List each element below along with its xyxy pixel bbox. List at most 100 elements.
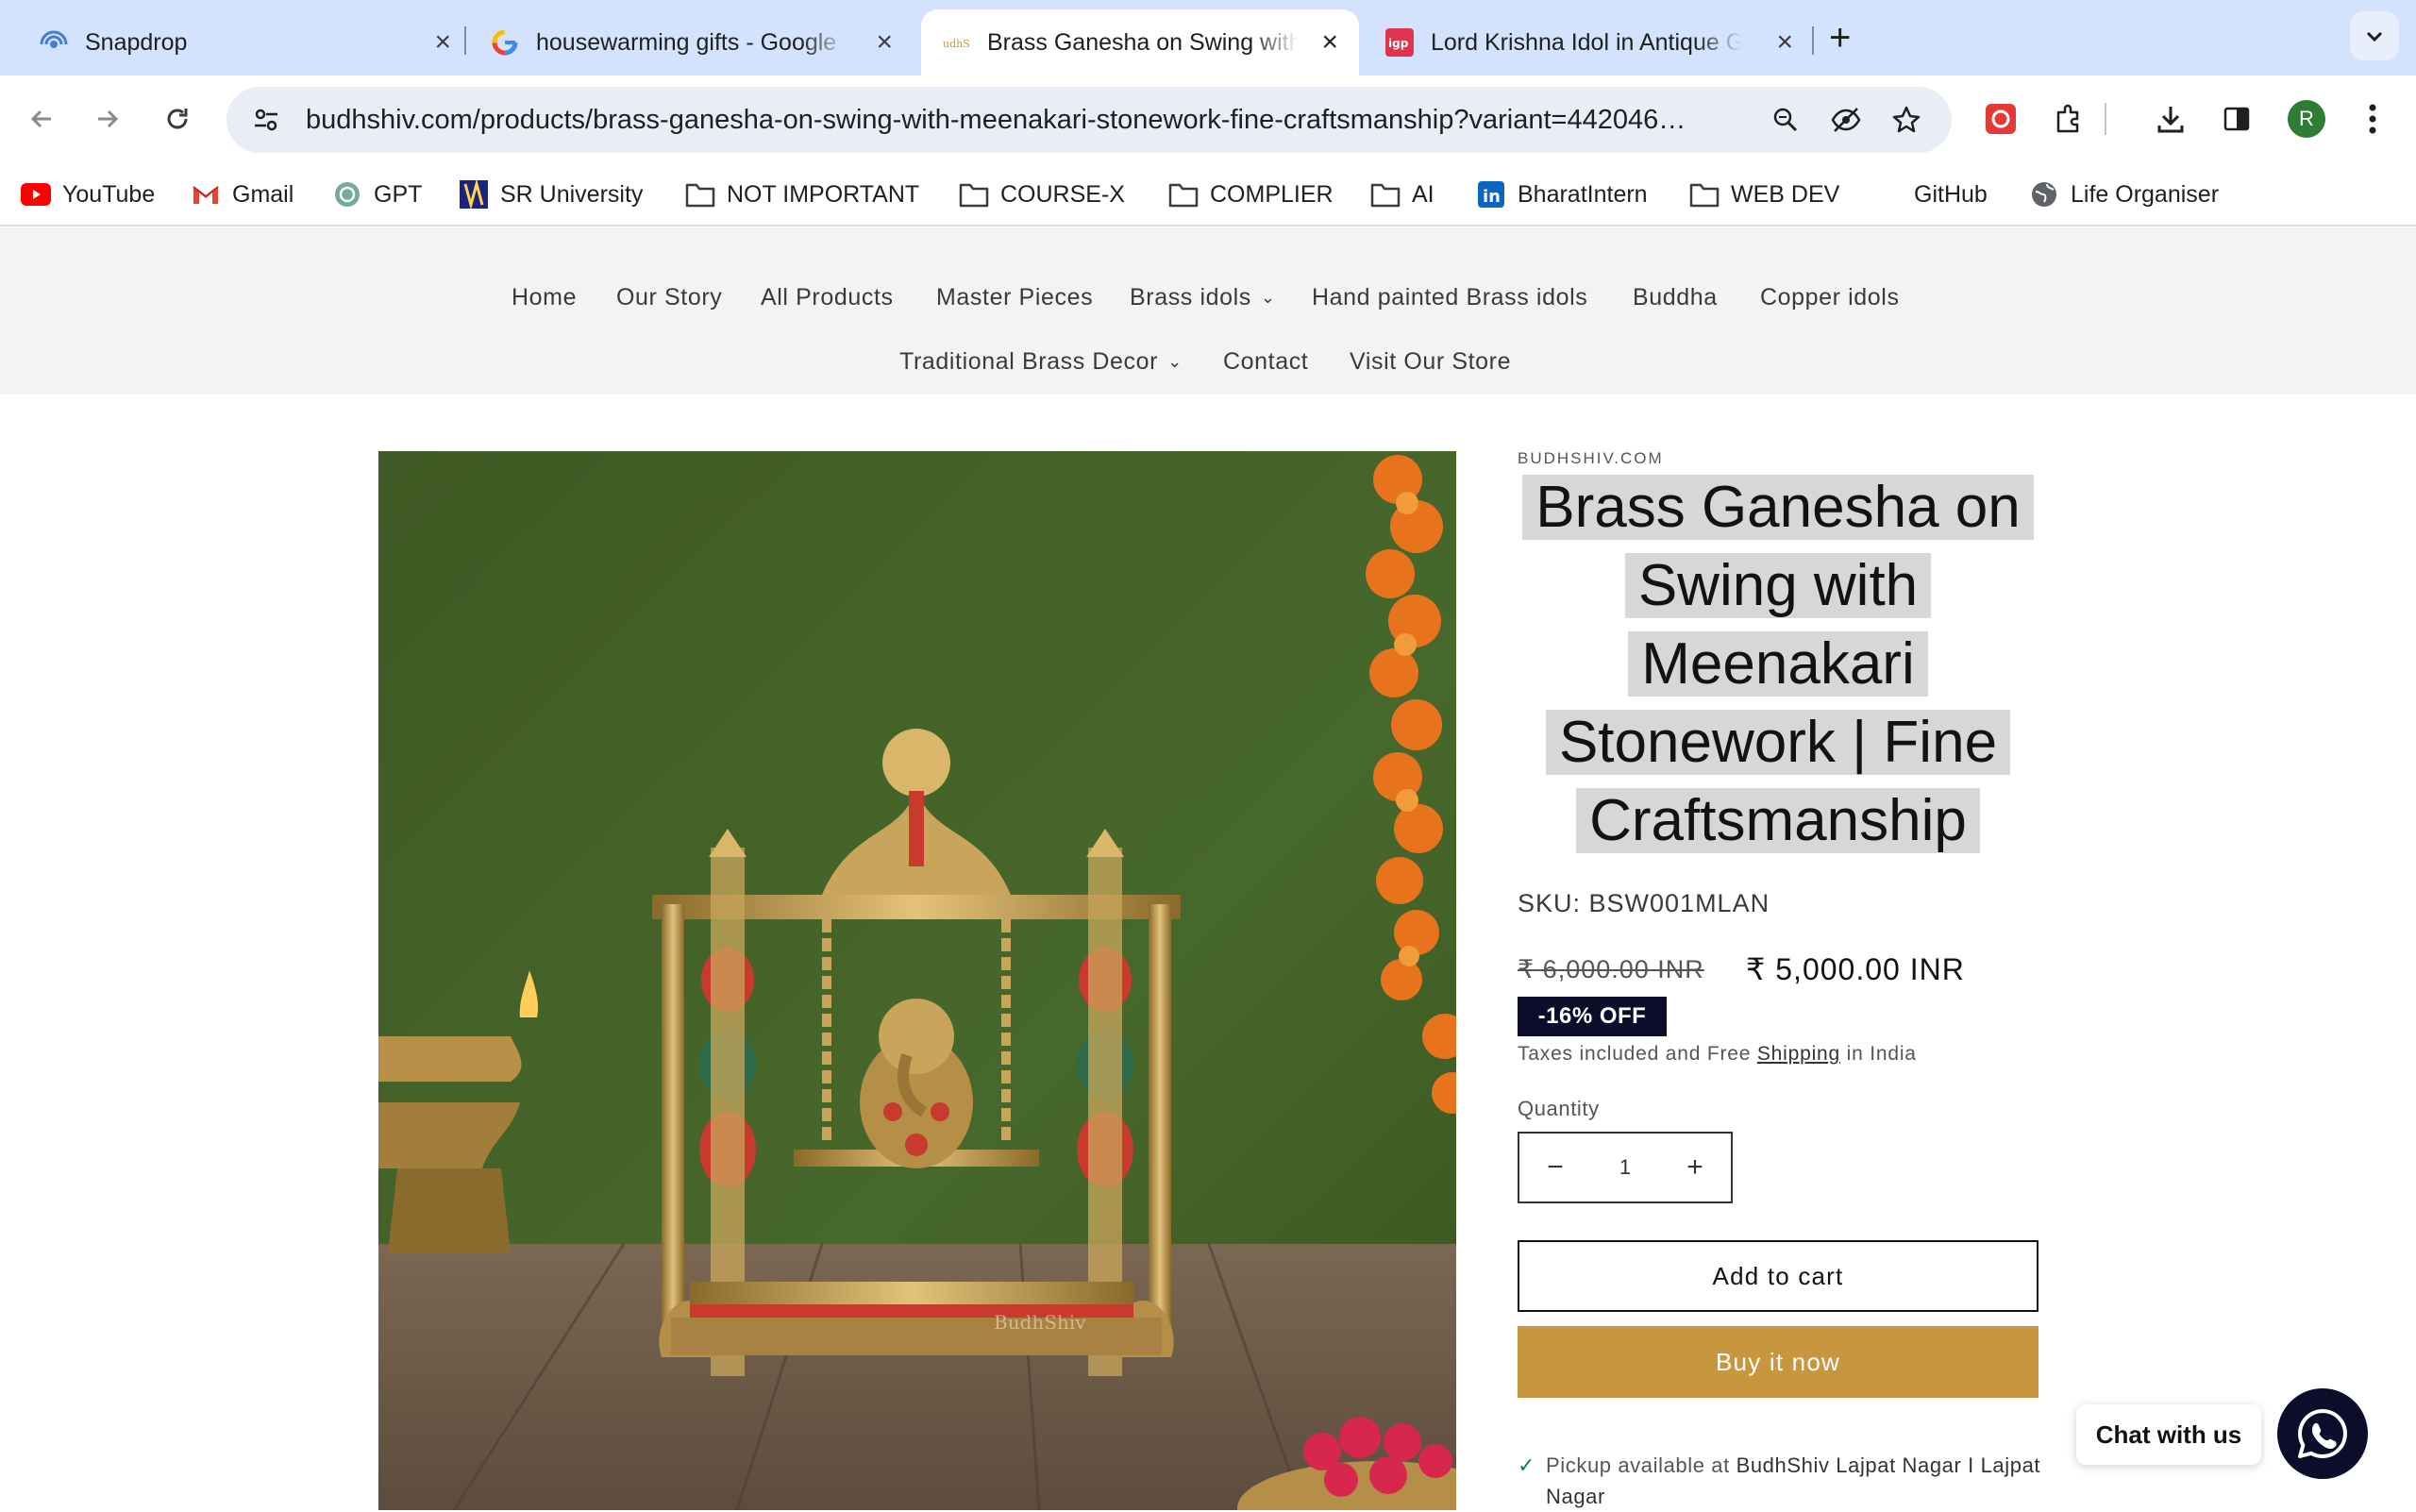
tab-snapdrop[interactable]: Snapdrop × bbox=[19, 9, 472, 76]
bookmark-label: COMPLIER bbox=[1210, 180, 1334, 208]
product-title: Brass Ganesha on Swing with Meenakari St… bbox=[1518, 468, 2038, 860]
svg-text:igp: igp bbox=[1388, 37, 1409, 50]
folder-icon bbox=[1168, 179, 1199, 210]
nav-master-pieces[interactable]: Master Pieces bbox=[936, 284, 1093, 311]
star-icon[interactable] bbox=[1884, 97, 1929, 143]
bookmark-label: BharatIntern bbox=[1518, 180, 1648, 208]
nav-hand-painted-brass-idols[interactable]: Hand painted Brass idols bbox=[1312, 284, 1587, 311]
whatsapp-icon bbox=[2298, 1409, 2347, 1458]
new-tab-button[interactable]: + bbox=[1829, 17, 1851, 59]
back-button[interactable] bbox=[19, 96, 64, 142]
bookmark-youtube[interactable]: YouTube bbox=[21, 176, 155, 213]
bookmark-label: GPT bbox=[374, 180, 423, 208]
downloads-icon[interactable] bbox=[2148, 96, 2193, 142]
bookmark-github[interactable]: GitHub bbox=[1872, 176, 1988, 213]
whatsapp-chat-button[interactable] bbox=[2277, 1388, 2368, 1479]
url-text[interactable]: budhshiv.com/products/brass-ganesha-on-s… bbox=[306, 105, 1759, 136]
nav-copper-idols[interactable]: Copper idols bbox=[1760, 284, 1900, 311]
tab-search-button[interactable] bbox=[2350, 11, 2399, 60]
snapdrop-icon bbox=[40, 28, 68, 57]
close-icon[interactable]: × bbox=[434, 26, 451, 59]
close-icon[interactable]: × bbox=[1321, 26, 1338, 59]
address-bar[interactable]: budhshiv.com/products/brass-ganesha-on-s… bbox=[226, 87, 1952, 153]
reload-icon bbox=[167, 109, 188, 129]
arrow-right-icon bbox=[98, 109, 119, 128]
close-icon[interactable]: × bbox=[1776, 26, 1793, 59]
nav-buddha[interactable]: Buddha bbox=[1633, 284, 1718, 311]
discount-badge: -16% OFF bbox=[1518, 997, 1667, 1036]
nav-brass-idols[interactable]: Brass idols ⌄ bbox=[1130, 284, 1276, 311]
tab-title: Brass Ganesha on Swing with Meenakari bbox=[987, 28, 1299, 56]
product-title-line: Stonework | Fine bbox=[1545, 710, 2011, 775]
buy-now-button[interactable]: Buy it now bbox=[1518, 1326, 2038, 1398]
nav-traditional-brass-decor[interactable]: Traditional Brass Decor ⌄ bbox=[899, 348, 1183, 376]
close-icon[interactable]: × bbox=[876, 26, 893, 59]
nav-visit-our-store[interactable]: Visit Our Store bbox=[1350, 348, 1511, 376]
kebab-menu-icon[interactable] bbox=[2350, 96, 2395, 142]
product-title-line: Swing with bbox=[1624, 553, 1932, 618]
chatgpt-icon bbox=[332, 179, 362, 210]
zoom-icon[interactable] bbox=[1763, 97, 1808, 143]
pickup-prefix: Pickup available at bbox=[1546, 1453, 1730, 1477]
product-image[interactable]: BudhShiv bbox=[378, 451, 1456, 1510]
profile-avatar[interactable]: R bbox=[2288, 100, 2325, 138]
quantity-label: Quantity bbox=[1518, 1097, 1600, 1120]
bookmark-gmail[interactable]: Gmail bbox=[191, 176, 294, 213]
bookmark-not-important[interactable]: NOT IMPORTANT bbox=[685, 176, 919, 213]
tab-divider bbox=[1812, 26, 1814, 55]
nav-all-products[interactable]: All Products bbox=[761, 284, 894, 311]
bookmark-sr-university[interactable]: SR University bbox=[459, 176, 643, 213]
bookmark-label: WEB DEV bbox=[1731, 180, 1840, 208]
image-watermark: BudhShiv bbox=[994, 1311, 1086, 1334]
nav-our-story[interactable]: Our Story bbox=[616, 284, 722, 311]
increase-quantity-button[interactable]: + bbox=[1659, 1134, 1731, 1201]
pickup-availability: ✓ Pickup available at BudhShiv Lajpat Na… bbox=[1518, 1450, 2046, 1512]
extension-red-icon[interactable] bbox=[1978, 96, 2023, 142]
svg-text:udhS: udhS bbox=[943, 38, 970, 50]
chat-with-us-label[interactable]: Chat with us bbox=[2076, 1404, 2261, 1465]
svg-text:in: in bbox=[1483, 187, 1501, 207]
reload-button[interactable] bbox=[155, 96, 200, 142]
forward-button[interactable] bbox=[85, 96, 130, 142]
bookmark-label: Life Organiser bbox=[2071, 180, 2220, 208]
chevron-down-icon: ⌄ bbox=[1167, 352, 1183, 371]
tab-title: Lord Krishna Idol in Antique Gold bbox=[1431, 28, 1742, 56]
bookmark-gpt[interactable]: GPT bbox=[332, 176, 422, 213]
tab-brass-ganesha[interactable]: udhS Brass Ganesha on Swing with Meenaka… bbox=[921, 9, 1359, 76]
nav-contact[interactable]: Contact bbox=[1223, 348, 1308, 376]
side-panel-icon[interactable] bbox=[2214, 96, 2259, 142]
chevron-down-icon: ⌄ bbox=[1260, 288, 1276, 307]
bookmarks-bar: YouTube Gmail GPT SR University NOT IMPO… bbox=[0, 162, 2416, 227]
quantity-stepper: − 1 + bbox=[1518, 1132, 1733, 1203]
bookmark-course-x[interactable]: COURSE-X bbox=[959, 176, 1125, 213]
add-to-cart-button[interactable]: Add to cart bbox=[1518, 1240, 2038, 1312]
igp-icon: igp bbox=[1385, 28, 1414, 57]
tab-title: housewarming gifts - Google Search bbox=[536, 28, 847, 56]
shipping-link[interactable]: Shipping bbox=[1757, 1043, 1840, 1065]
decrease-quantity-button[interactable]: − bbox=[1519, 1134, 1591, 1201]
bookmark-complier[interactable]: COMPLIER bbox=[1168, 176, 1334, 213]
bookmark-ai[interactable]: AI bbox=[1370, 176, 1434, 213]
tracking-protection-icon[interactable] bbox=[1823, 97, 1869, 143]
tab-google-search[interactable]: housewarming gifts - Google Search × bbox=[470, 9, 914, 76]
bookmark-web-dev[interactable]: WEB DEV bbox=[1689, 176, 1839, 213]
store-header-nav: Home Our Story All Products Master Piece… bbox=[0, 227, 2416, 395]
quantity-input[interactable]: 1 bbox=[1591, 1155, 1659, 1180]
tab-krishna-idol[interactable]: igp Lord Krishna Idol in Antique Gold × bbox=[1365, 9, 1814, 76]
tax-note-suffix: in India bbox=[1846, 1043, 1917, 1065]
bookmark-bharatintern[interactable]: in BharatIntern bbox=[1476, 176, 1648, 213]
extensions-icon[interactable] bbox=[2046, 96, 2091, 142]
gmail-icon bbox=[191, 179, 221, 210]
nav-home[interactable]: Home bbox=[512, 284, 577, 311]
product-title-line: Craftsmanship bbox=[1576, 788, 1980, 853]
tax-note-prefix: Taxes included and Free bbox=[1518, 1043, 1752, 1065]
sale-price: ₹ 5,000.00 INR bbox=[1746, 952, 1965, 986]
tab-title: Snapdrop bbox=[85, 28, 188, 56]
bookmark-label: Gmail bbox=[232, 180, 294, 208]
site-info-icon[interactable] bbox=[243, 97, 289, 143]
sr-university-icon bbox=[459, 179, 489, 210]
product-title-line: Meenakari bbox=[1628, 631, 1928, 697]
bookmark-life-organiser[interactable]: Life Organiser bbox=[2029, 176, 2219, 213]
budhshiv-icon: udhS bbox=[942, 28, 970, 57]
nav-label: Brass idols bbox=[1130, 284, 1251, 311]
